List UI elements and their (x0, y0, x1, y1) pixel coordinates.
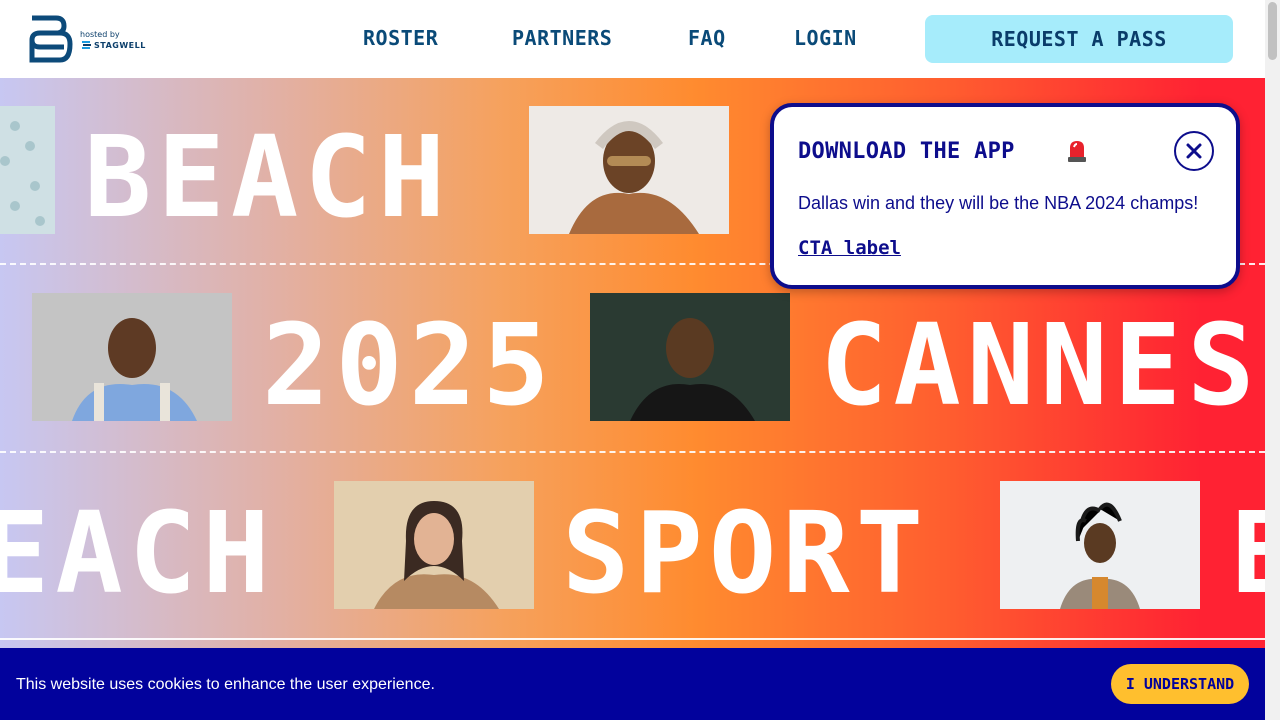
person-photo (32, 293, 232, 421)
hero-word: EACH (0, 489, 276, 619)
hero-bottom-line (0, 638, 1265, 640)
popup-message: Dallas win and they will be the NBA 2024… (798, 193, 1199, 213)
hosted-by-label: hosted by (80, 30, 120, 39)
nav-partners[interactable]: PARTNERS (512, 26, 612, 50)
request-pass-button[interactable]: REQUEST A PASS (925, 15, 1233, 63)
hero-word: BEACH (84, 113, 452, 243)
sb-logo-icon (29, 15, 73, 63)
siren-icon (1068, 141, 1086, 162)
download-app-popup: DOWNLOAD THE APP Dallas win and they wil… (770, 103, 1240, 289)
popup-cta-link[interactable]: CTA label (798, 237, 901, 259)
hero-word: B (1232, 498, 1265, 610)
scrollbar-thumb[interactable] (1268, 2, 1277, 60)
stagwell-icon (82, 41, 91, 49)
hero-divider (0, 451, 1265, 453)
person-photo (529, 106, 729, 234)
nav-login[interactable]: LOGIN (794, 26, 857, 50)
page-scrollbar[interactable] (1265, 0, 1280, 720)
cookie-accept-button[interactable]: I UNDERSTAND (1111, 664, 1249, 704)
site-logo[interactable]: hosted by STAGWELL (26, 14, 146, 64)
cookie-banner: This website uses cookies to enhance the… (0, 648, 1265, 720)
close-popup-button[interactable] (1174, 131, 1214, 171)
hero-word: SPORT (562, 489, 930, 619)
stagwell-label: STAGWELL (94, 41, 146, 50)
person-photo (590, 293, 790, 421)
popup-title: DOWNLOAD THE APP (798, 139, 1015, 164)
nav-roster[interactable]: ROSTER (363, 26, 438, 50)
person-photo (334, 481, 534, 609)
close-icon (1186, 143, 1202, 159)
hero-word: CANNES (820, 301, 1261, 431)
person-photo (0, 106, 55, 234)
cookie-message: This website uses cookies to enhance the… (16, 676, 435, 693)
site-header: hosted by STAGWELL ROSTER PARTNERS FAQ L… (0, 0, 1265, 78)
person-photo (1000, 481, 1200, 609)
hero-word: 2025 (262, 301, 556, 431)
nav-faq[interactable]: FAQ (688, 26, 726, 50)
